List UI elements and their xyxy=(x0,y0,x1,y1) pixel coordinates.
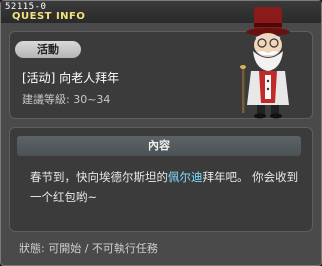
quest-description: 春节到，快向埃德尔斯坦的佩尔迪拜年吧。 你会收到一个红包哟~ xyxy=(30,167,300,207)
npc-name-link: 佩尔迪 xyxy=(168,170,203,184)
description-text: 春节到，快向埃德尔斯坦的 xyxy=(30,170,168,184)
window-title: QUEST INFO xyxy=(12,11,86,22)
category-badge: 活動 xyxy=(15,41,81,58)
quest-info-window: 52115-0 QUEST INFO 活動 [活动] 向老人拜年 建議等級: 3… xyxy=(0,0,322,266)
quest-status: 狀態: 可開始 / 不可執行任務 xyxy=(19,242,158,255)
npc-old-man-icon xyxy=(240,7,290,119)
quest-name: [活动] 向老人拜年 xyxy=(22,71,120,85)
content-header: 內容 xyxy=(17,136,301,156)
level-requirement: 建議等級: 30~34 xyxy=(22,93,111,106)
